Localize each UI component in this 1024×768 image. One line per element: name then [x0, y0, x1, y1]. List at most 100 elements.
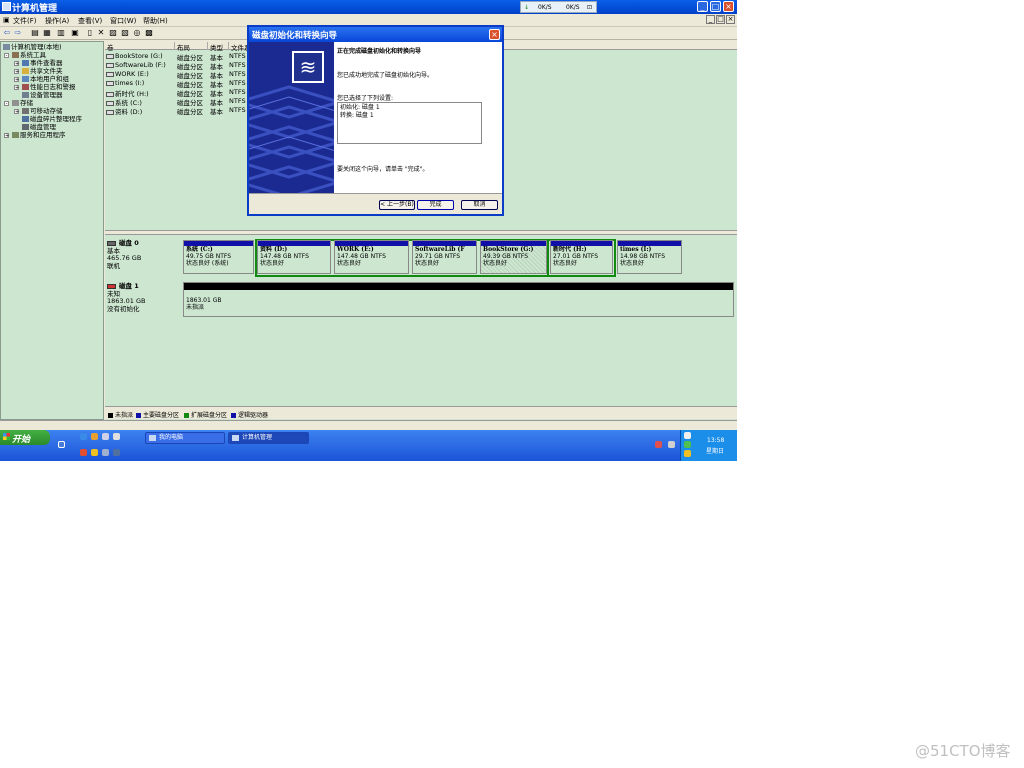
disk0-label[interactable]: 磁盘 0 基本 465.76 GB 联机: [107, 239, 181, 270]
back-button[interactable]: < 上一步(B): [379, 200, 415, 210]
tree-label: 性能日志和警报: [30, 83, 76, 91]
browser-icon[interactable]: [80, 433, 87, 440]
volume-fs: NTFS: [229, 88, 246, 96]
wizard-completed-text: 您已成功地完成了磁盘初始化向导。: [337, 72, 434, 79]
partition-h[interactable]: 新时代 (H:) 27.01 GB NTFS 状态良好: [550, 240, 613, 274]
expand-icon[interactable]: +: [14, 85, 19, 91]
system-tray: 13:58 星期日: [680, 430, 737, 461]
expand-icon[interactable]: +: [14, 109, 19, 115]
expand-icon[interactable]: +: [14, 77, 19, 83]
app-shortcut-icon[interactable]: [113, 449, 120, 456]
tree-item-removable-storage[interactable]: 可移动存储: [22, 107, 63, 115]
maximize-button[interactable]: □: [710, 1, 721, 12]
delete-icon[interactable]: ✕: [97, 29, 105, 37]
explorer-icon[interactable]: [102, 433, 109, 440]
tray-icon[interactable]: [684, 441, 691, 448]
partition-e[interactable]: WORK (E:) 147.48 GB NTFS 状态良好: [334, 240, 409, 274]
partition-name: SoftwareLib (F: [415, 246, 465, 253]
tree-label: 可移动存储: [30, 107, 63, 115]
tree-item-root[interactable]: 计算机管理(本地): [3, 43, 62, 51]
mdi-restore-button[interactable]: □: [716, 15, 725, 24]
list-icon[interactable]: ▣: [71, 29, 79, 37]
task-computer-management[interactable]: 计算机管理: [228, 432, 309, 444]
unallocated-region[interactable]: 1863.01 GB 未指派: [183, 282, 734, 317]
tree-item-shared-folders[interactable]: 共享文件夹: [22, 67, 63, 75]
properties-icon[interactable]: ▥: [57, 29, 65, 37]
menu-window[interactable]: 窗口(W): [110, 16, 136, 26]
clock-time[interactable]: 13:58: [707, 437, 724, 444]
cancel-button[interactable]: 取消: [461, 200, 498, 210]
finish-button[interactable]: 完成: [417, 200, 454, 210]
tree-item-event-viewer[interactable]: 事件查看器: [22, 59, 63, 67]
close-button[interactable]: ×: [723, 1, 734, 12]
tree-label: 本地用户和组: [30, 75, 69, 83]
expand-icon[interactable]: +: [4, 133, 9, 139]
wizard-settings-box[interactable]: 初始化: 磁盘 1 转换: 磁盘 1: [337, 102, 482, 144]
tree-item-perf-logs[interactable]: 性能日志和警报: [22, 83, 76, 91]
volume-name: WORK (E:): [106, 70, 149, 78]
tool-icon[interactable]: [102, 449, 109, 456]
mdi-minimize-button[interactable]: _: [706, 15, 715, 24]
disk1-state: 没有初始化: [107, 304, 140, 313]
expand-icon[interactable]: +: [14, 61, 19, 67]
menu-view[interactable]: 查看(V): [78, 16, 102, 26]
security-icon[interactable]: [80, 449, 87, 456]
tree-item-defrag[interactable]: 磁盘碎片整理程序: [22, 115, 82, 123]
column-type[interactable]: 类型: [207, 42, 227, 52]
volume-name: times (I:): [106, 79, 144, 87]
tree-item-device-manager[interactable]: 设备管理器: [22, 91, 63, 99]
show-tree-icon[interactable]: ▦: [43, 29, 51, 37]
wizard-banner: ≋: [249, 42, 334, 193]
tray-app-icon[interactable]: [655, 441, 662, 448]
tree-item-local-users[interactable]: 本地用户和组: [22, 75, 69, 83]
disk1-label[interactable]: 磁盘 1 未知 1863.01 GB 没有初始化: [107, 282, 181, 313]
partition-name: 资料 (D:): [260, 246, 288, 253]
up-folder-icon[interactable]: ▤: [31, 29, 39, 37]
tray-icon[interactable]: [684, 450, 691, 457]
task-label: 我的电脑: [159, 434, 184, 441]
tree-item-disk-management[interactable]: 磁盘管理: [22, 123, 56, 131]
search-icon[interactable]: ◎: [133, 29, 141, 37]
tray-icon[interactable]: [684, 432, 691, 439]
task-my-computer[interactable]: 我的电脑: [145, 432, 225, 444]
media-icon[interactable]: [91, 433, 98, 440]
volume-fs: NTFS: [229, 79, 246, 87]
open-folder-icon[interactable]: ▧: [121, 29, 129, 37]
messenger-icon[interactable]: [91, 449, 98, 456]
partition-name: 新时代 (H:): [553, 246, 587, 253]
back-icon[interactable]: ⇦: [3, 29, 11, 37]
help-icon[interactable]: ▯: [86, 29, 94, 37]
check-icon[interactable]: ▨: [109, 29, 117, 37]
tree-item-system-tools[interactable]: 系统工具: [12, 51, 46, 59]
partition-f[interactable]: SoftwareLib (F 29.71 GB NTFS 状态良好: [412, 240, 477, 274]
tray-app-icon[interactable]: [668, 441, 675, 448]
partition-g[interactable]: BookStore (G:) 49.39 GB NTFS 状态良好: [480, 240, 547, 274]
column-layout[interactable]: 布局: [174, 42, 206, 52]
minimize-button[interactable]: _: [697, 1, 708, 12]
start-button[interactable]: 开始: [0, 430, 50, 445]
collapse-icon[interactable]: -: [4, 53, 9, 59]
tree-item-storage[interactable]: 存储: [12, 99, 33, 107]
partition-c[interactable]: 系统 (C:) 49.75 GB NTFS 状态良好 (系统): [183, 240, 254, 274]
menu-file[interactable]: 文件(F): [13, 16, 37, 26]
partition-status: 状态良好: [415, 260, 440, 267]
forward-icon[interactable]: ⇨: [14, 29, 22, 37]
legend-primary: 主要磁盘分区: [136, 410, 179, 419]
menu-action[interactable]: 操作(A): [45, 16, 69, 26]
menu-help[interactable]: 帮助(H): [143, 16, 168, 26]
desktop-icon[interactable]: [58, 441, 65, 448]
expand-icon[interactable]: +: [14, 69, 19, 75]
partition-d[interactable]: 资料 (D:) 147.48 GB NTFS 状态良好: [257, 240, 331, 274]
volume-fs: NTFS: [229, 70, 246, 78]
dialog-close-button[interactable]: ×: [489, 29, 500, 40]
mdi-close-button[interactable]: ×: [726, 15, 735, 24]
collapse-icon[interactable]: -: [4, 101, 9, 107]
pane-splitter[interactable]: [105, 230, 737, 235]
tree-item-services[interactable]: 服务和应用程序: [12, 131, 66, 139]
partition-i[interactable]: times (I:) 14.98 GB NTFS 状态良好: [617, 240, 682, 274]
document-icon[interactable]: [113, 433, 120, 440]
refresh-icon[interactable]: ▩: [145, 29, 153, 37]
wizard-content: 正在完成磁盘初始化和转换向导 您已成功地完成了磁盘初始化向导。 您已选择了下列设…: [337, 42, 502, 193]
column-volume[interactable]: 卷: [105, 42, 173, 52]
app-icon: [2, 2, 11, 11]
